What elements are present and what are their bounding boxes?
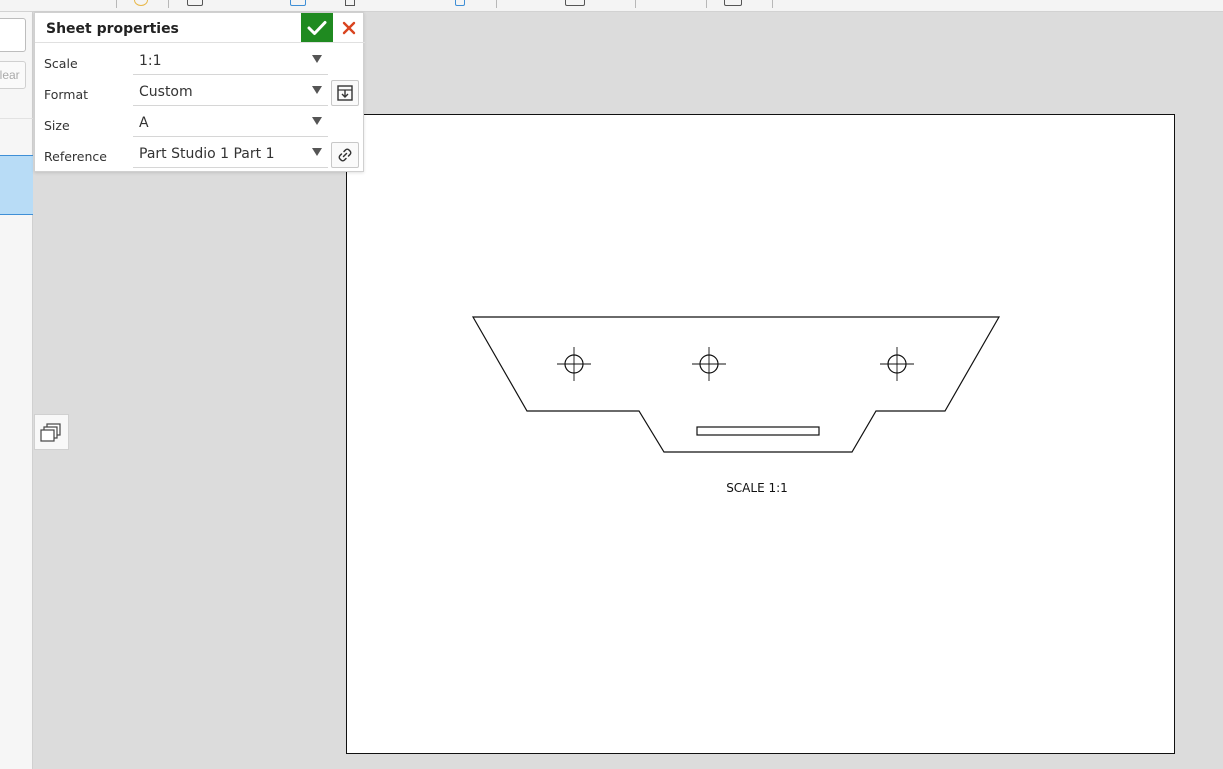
format-row: Format Custom bbox=[35, 78, 365, 108]
dialog-divider bbox=[35, 42, 365, 43]
drawing-sheet[interactable]: SCALE 1:1 bbox=[346, 114, 1175, 754]
hole-middle[interactable] bbox=[692, 347, 726, 381]
hole-right[interactable] bbox=[880, 347, 914, 381]
toolbar-separator bbox=[635, 0, 636, 8]
export-icon[interactable] bbox=[724, 0, 742, 6]
selected-list-item[interactable] bbox=[0, 155, 33, 215]
toolbar-separator bbox=[168, 0, 169, 8]
scale-value: 1:1 bbox=[139, 53, 162, 69]
insert-format-icon bbox=[337, 85, 353, 101]
checkmark-icon bbox=[307, 21, 327, 35]
left-panel: Clear bbox=[0, 12, 33, 769]
dimension-icon[interactable] bbox=[345, 0, 355, 6]
toolbar-separator bbox=[496, 0, 497, 8]
cancel-button[interactable] bbox=[336, 13, 362, 43]
size-row: Size A bbox=[35, 109, 365, 139]
scale-label: Scale bbox=[44, 56, 78, 71]
view-icon[interactable] bbox=[187, 0, 203, 6]
format-label: Format bbox=[44, 87, 89, 102]
slot-outline[interactable] bbox=[696, 426, 820, 436]
left-panel-divider bbox=[0, 118, 33, 119]
toolbar-separator bbox=[116, 0, 117, 8]
toolbar-separator bbox=[772, 0, 773, 8]
chevron-down-icon bbox=[312, 148, 322, 156]
size-value: A bbox=[139, 115, 149, 131]
insert-icon[interactable] bbox=[290, 0, 306, 6]
close-icon bbox=[342, 21, 356, 35]
note-icon[interactable] bbox=[455, 0, 465, 6]
dialog-title: Sheet properties bbox=[46, 21, 179, 37]
reference-value: Part Studio 1 Part 1 bbox=[139, 146, 275, 162]
format-dropdown[interactable]: Custom bbox=[133, 80, 328, 106]
insert-format-button[interactable] bbox=[331, 80, 359, 106]
chevron-down-icon bbox=[312, 55, 322, 63]
toolbar-separator bbox=[706, 0, 707, 8]
scale-note[interactable]: SCALE 1:1 bbox=[707, 481, 807, 495]
chevron-down-icon bbox=[312, 117, 322, 125]
scale-dropdown[interactable]: 1:1 bbox=[133, 49, 328, 75]
size-label: Size bbox=[44, 118, 70, 133]
sheets-icon bbox=[40, 423, 61, 442]
toolbar bbox=[0, 0, 1223, 12]
reference-dropdown[interactable]: Part Studio 1 Part 1 bbox=[133, 142, 328, 168]
hole-left[interactable] bbox=[557, 347, 591, 381]
sheets-button[interactable] bbox=[34, 414, 69, 450]
size-dropdown[interactable]: A bbox=[133, 111, 328, 137]
filter-input[interactable] bbox=[0, 18, 26, 52]
table-icon[interactable] bbox=[565, 0, 585, 6]
clear-button[interactable]: Clear bbox=[0, 61, 26, 89]
confirm-button[interactable] bbox=[301, 13, 333, 43]
reference-label: Reference bbox=[44, 149, 107, 164]
link-icon bbox=[338, 148, 352, 162]
part-outline[interactable] bbox=[471, 316, 1001, 453]
reference-link-button[interactable] bbox=[331, 142, 359, 168]
scale-row: Scale 1:1 bbox=[35, 47, 365, 77]
format-value: Custom bbox=[139, 84, 193, 100]
part-view[interactable] bbox=[347, 115, 1176, 755]
sheet-properties-dialog: Sheet properties Scale 1:1 Format Custom bbox=[34, 12, 365, 172]
reference-row: Reference Part Studio 1 Part 1 bbox=[35, 140, 365, 170]
chevron-down-icon bbox=[312, 86, 322, 94]
appearance-icon[interactable] bbox=[134, 0, 148, 6]
